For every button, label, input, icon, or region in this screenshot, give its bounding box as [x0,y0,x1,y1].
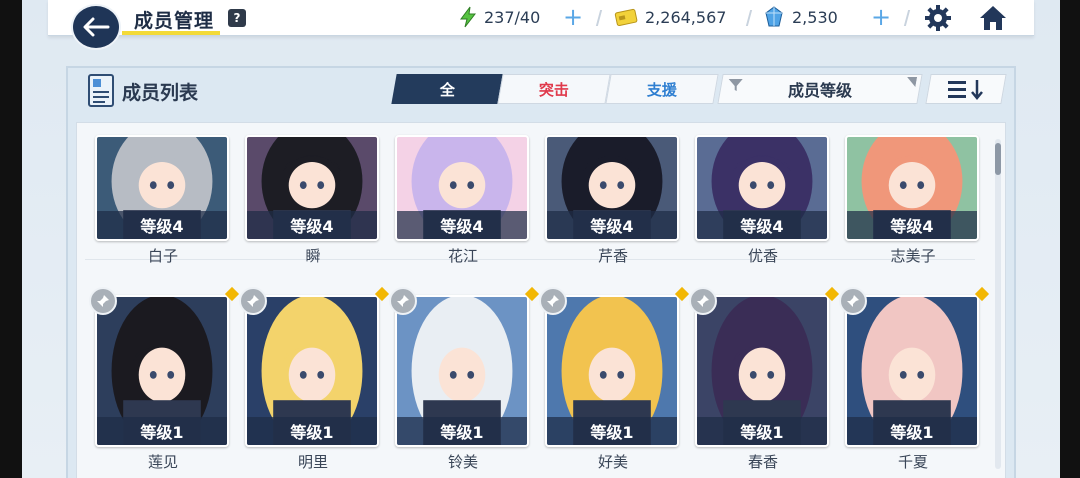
member-name: 好美 [597,453,628,471]
sort-descending-icon [948,80,983,100]
member-name: 优香 [747,247,778,265]
member-level: 等级4 [547,211,677,239]
sort-select[interactable]: 成员等级 [717,74,923,104]
member-card[interactable]: 等级1 明里 [239,286,390,472]
pin-icon[interactable] [839,287,867,315]
member-card[interactable]: 等级4 瞬 [245,135,381,266]
member-portrait: 等级4 [245,135,379,241]
add-stamina-button[interactable]: + [563,5,583,29]
back-button[interactable] [71,4,121,50]
pyroxene-icon [765,6,783,27]
member-card[interactable]: 等级1 好美 [539,286,690,472]
member-level: 等级1 [97,417,227,445]
member-portrait: 等级1 [395,295,529,447]
member-name: 白子 [147,247,178,265]
credits-value: 2,264,567 [645,8,727,27]
member-level: 等级4 [247,211,377,239]
pin-icon[interactable] [89,287,117,315]
gems-value: 2,530 [792,8,838,27]
credit-card-icon [614,8,638,27]
member-name: 明里 [297,453,328,471]
tab-label: 突击 [538,80,569,99]
member-name: 莲见 [147,453,178,471]
left-edge [0,0,22,478]
member-portrait: 等级4 [845,135,979,241]
member-portrait: 等级4 [95,135,229,241]
member-name: 铃美 [447,453,478,471]
tab-label: 全 [440,80,456,99]
member-portrait: 等级4 [545,135,679,241]
member-level: 等级1 [247,417,377,445]
tab-all[interactable]: 全 [391,74,505,104]
member-card[interactable]: 等级4 优香 [695,135,831,266]
stamina-value: 237/40 [484,8,541,27]
help-button[interactable]: ? [228,9,246,27]
member-portrait: 等级1 [695,295,829,447]
member-level: 等级4 [397,211,527,239]
lightning-icon [460,6,477,28]
member-level: 等级4 [697,211,827,239]
page-title: 成员管理 [134,10,215,32]
sort-label: 成员等级 [787,81,852,100]
member-name: 芹香 [597,247,628,265]
arrow-left-icon [83,17,110,37]
gear-icon[interactable] [924,4,952,32]
home-icon[interactable] [978,4,1008,32]
corner-triangle-icon [907,77,918,87]
member-level: 等级4 [847,211,977,239]
member-list-icon [88,74,114,107]
member-name: 春香 [747,453,778,471]
filter-icon [728,79,743,91]
member-card[interactable]: 等级1 千夏 [839,286,990,472]
pin-icon[interactable] [539,287,567,315]
member-name: 志美子 [890,247,936,265]
member-level: 等级1 [697,417,827,445]
member-card[interactable]: 等级1 春香 [689,286,840,472]
member-level: 等级1 [547,417,677,445]
pin-icon[interactable] [389,287,417,315]
right-edge [1060,0,1080,478]
member-portrait: 等级1 [245,295,379,447]
member-portrait: 等级1 [845,295,979,447]
member-card[interactable]: 等级1 铃美 [389,286,540,472]
member-card[interactable]: 等级4 志美子 [845,135,981,266]
add-gems-button[interactable]: + [871,5,891,29]
member-portrait: 等级1 [545,295,679,447]
member-card[interactable]: 等级1 莲见 [89,286,240,472]
member-list-panel: 成员列表 全 突击 支援 成员等级 等级4 白子 等级4 瞬等级4 花江 等级4… [66,66,1016,478]
tab-special[interactable]: 支援 [605,74,719,104]
member-portrait: 等级1 [95,295,229,447]
pin-icon[interactable] [689,287,717,315]
member-name: 花江 [447,247,478,265]
member-card[interactable]: 等级4 芹香 [545,135,681,266]
scrollbar[interactable] [995,139,1001,469]
member-level: 等级4 [97,211,227,239]
member-level: 等级1 [847,417,977,445]
scrollbar-thumb[interactable] [995,143,1001,175]
pin-icon[interactable] [239,287,267,315]
member-grid[interactable]: 等级4 白子 等级4 瞬 等级4 花江 等级4 芹香 等级4 优香 等级4 志美子 等级1 莲见 等级1 明… [76,122,1006,478]
tab-striker[interactable]: 突击 [497,74,611,104]
member-card[interactable]: 等级4 花江 [395,135,531,266]
member-portrait: 等级4 [395,135,529,241]
panel-header: 成员列表 全 突击 支援 成员等级 [68,68,1014,112]
member-portrait: 等级4 [695,135,829,241]
member-card[interactable]: 等级4 白子 [95,135,231,266]
panel-title: 成员列表 [122,82,199,104]
member-level: 等级1 [397,417,527,445]
sort-order-button[interactable] [925,74,1007,104]
tab-label: 支援 [646,80,677,99]
member-name: 千夏 [897,453,928,471]
member-name: 瞬 [305,247,321,265]
